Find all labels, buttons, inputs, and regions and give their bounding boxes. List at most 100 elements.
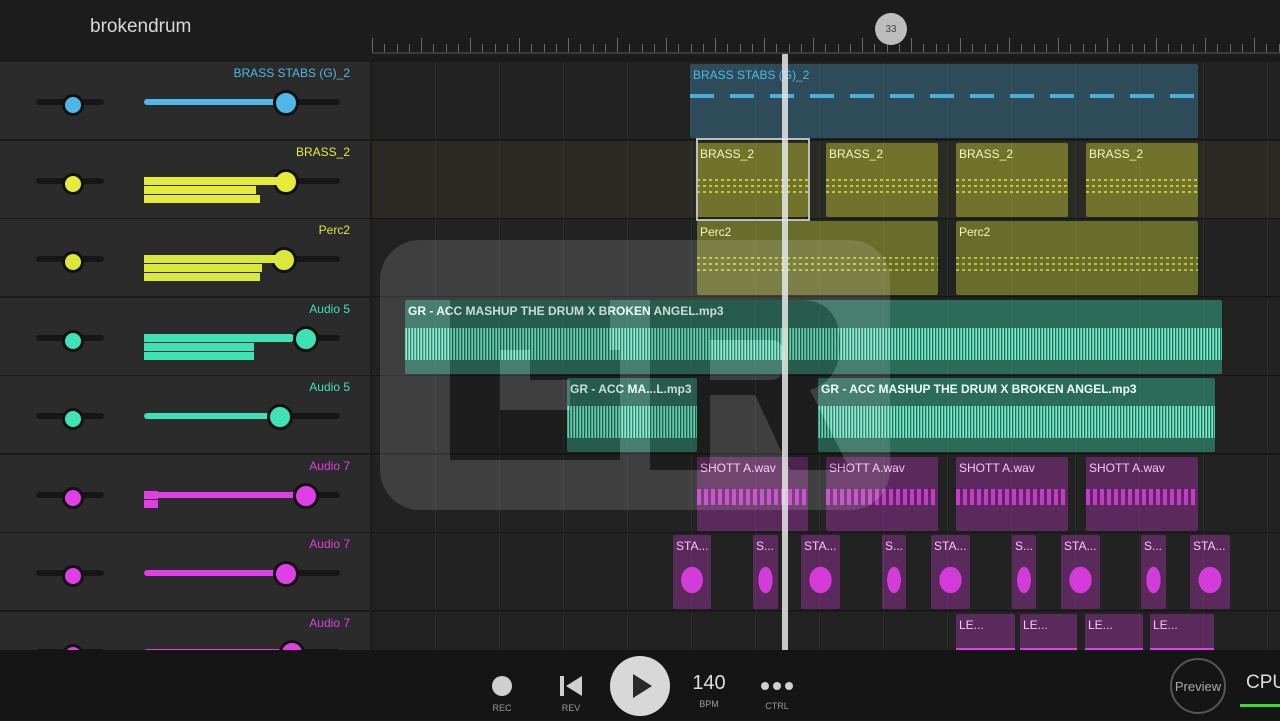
track-header[interactable]: Audio 7 (0, 611, 370, 650)
ruler-tick (935, 44, 937, 52)
clip[interactable]: S... (1012, 535, 1036, 609)
volume-knob[interactable] (292, 482, 319, 509)
track-lane[interactable]: BRASS_2 BRASS_2 BRASS_2 BRASS_2 (372, 140, 1280, 219)
clip[interactable]: GR - ACC MASHUP THE DRUM X BROKEN ANGEL.… (818, 378, 1215, 452)
clip[interactable]: BRASS_2 (1086, 142, 1198, 217)
ruler-tick (1192, 44, 1194, 52)
clip[interactable]: STA... (1061, 535, 1100, 609)
clip[interactable]: LE... (1020, 613, 1077, 650)
playhead[interactable] (782, 54, 788, 650)
clip-label: SHOTT A.wav (959, 460, 1035, 475)
track-lane[interactable]: GR - ACC MA...L.mp3 GR - ACC MASHUP THE D… (372, 376, 1280, 454)
clip-label: BRASS_2 (1089, 146, 1144, 161)
track-header[interactable]: Audio 5 (0, 376, 370, 454)
clip[interactable]: GR - ACC MA...L.mp3 (567, 378, 697, 452)
pan-knob[interactable] (62, 329, 84, 352)
ruler-tick (384, 44, 386, 52)
pan-knob[interactable] (62, 94, 84, 116)
cpu-meter (1240, 704, 1280, 707)
track-lane[interactable]: BRASS STABS (G)_2 (372, 62, 1280, 140)
clip[interactable]: SHOTT A.wav (826, 456, 938, 531)
clip-content (673, 557, 711, 603)
pan-knob[interactable] (62, 408, 84, 430)
track-header[interactable]: Audio 7 (0, 454, 370, 533)
pan-knob[interactable] (62, 172, 84, 195)
ctrl-button[interactable]: CTRL (757, 676, 797, 711)
clip[interactable]: SHOTT A.wav (956, 456, 1068, 531)
track-row: Perc2 Perc2 Perc2 (0, 219, 1280, 297)
clip-label: STA... (934, 539, 967, 553)
volume-knob[interactable] (267, 404, 294, 430)
ruler-tick (641, 44, 643, 52)
clip-content (697, 488, 808, 505)
track-lane[interactable]: GR - ACC MASHUP THE DRUM X BROKEN ANGEL.… (372, 297, 1280, 376)
clip[interactable]: STA... (673, 535, 711, 609)
clip[interactable]: Perc2 (697, 221, 938, 295)
track-header[interactable]: BRASS_2 (0, 140, 370, 219)
clip-label: STA... (1064, 539, 1097, 553)
bar-marker[interactable]: 33 (875, 13, 907, 45)
ruler-tick (433, 44, 435, 52)
clip[interactable]: LE... (956, 613, 1015, 650)
clip[interactable]: BRASS_2 (956, 142, 1068, 217)
track-header[interactable]: BRASS STABS (G)_2 (0, 62, 370, 140)
clip[interactable]: SHOTT A.wav (697, 456, 808, 531)
ruler-tick (543, 44, 545, 52)
clip[interactable]: LE... (1150, 613, 1214, 650)
ruler-tick (494, 44, 496, 52)
clip-label: S... (756, 539, 775, 553)
play-icon (633, 674, 652, 698)
level-meter-bar (144, 264, 262, 272)
record-button[interactable]: REC (486, 674, 518, 713)
ruler-tick (445, 44, 447, 52)
clip[interactable]: BRASS_2 (826, 142, 938, 217)
volume-knob[interactable] (279, 639, 305, 650)
level-meter-bar (144, 342, 254, 351)
clip[interactable]: LE... (1085, 613, 1143, 650)
volume-knob[interactable] (273, 561, 300, 587)
ruler-tick (1254, 38, 1255, 52)
clip[interactable]: Perc2 (956, 221, 1198, 295)
clip-label: STA... (1193, 539, 1226, 553)
clip[interactable]: BRASS STABS (G)_2 (690, 64, 1198, 138)
clip[interactable]: S... (882, 535, 906, 609)
rewind-button[interactable]: REV (555, 674, 587, 713)
clip-content (1086, 176, 1198, 193)
clip[interactable]: S... (753, 535, 778, 609)
track-header[interactable]: Audio 7 (0, 533, 370, 611)
clip[interactable]: SHOTT A.wav (1086, 456, 1198, 531)
ruler-tick (690, 44, 692, 52)
track-lane[interactable]: STA... S... STA... S... STA... S... STA... S...… (372, 533, 1280, 611)
track-lane[interactable]: Perc2 Perc2 (372, 219, 1280, 297)
pan-knob[interactable] (62, 486, 84, 509)
track-row: BRASS STABS (G)_2 BRASS STABS (G)_2 (0, 62, 1280, 140)
pan-knob[interactable] (62, 251, 84, 273)
preview-button[interactable]: Preview (1170, 658, 1226, 714)
clip[interactable]: STA... (931, 535, 970, 609)
track-lane[interactable]: SHOTT A.wav SHOTT A.wav SHOTT A.wav SHOTT A… (372, 454, 1280, 533)
level-meter-bar (144, 185, 256, 194)
timeline-ruler[interactable] (372, 34, 1280, 54)
track-header[interactable]: Audio 5 (0, 297, 370, 376)
volume-knob[interactable] (292, 325, 319, 352)
volume-knob[interactable] (273, 90, 300, 116)
bpm-control[interactable]: 140 BPM (684, 672, 734, 709)
clip-content (956, 488, 1068, 505)
pan-knob[interactable] (62, 565, 84, 587)
clip[interactable]: STA... (1190, 535, 1230, 609)
clip-content (405, 327, 1222, 360)
volume-fill (144, 491, 305, 498)
ruler-tick (470, 38, 471, 52)
track-header[interactable]: Perc2 (0, 219, 370, 297)
clip-content (882, 557, 906, 603)
clip-content (826, 488, 938, 505)
play-button[interactable] (610, 656, 670, 716)
clip[interactable]: STA... (801, 535, 840, 609)
clip-label: STA... (804, 539, 837, 553)
ruler-tick (751, 44, 753, 52)
clip[interactable]: GR - ACC MASHUP THE DRUM X BROKEN ANGEL.… (405, 299, 1222, 374)
track-lane[interactable]: LE... LE... LE... LE... (372, 611, 1280, 650)
track-name: Audio 7 (309, 458, 350, 473)
clip-label: S... (885, 539, 904, 553)
clip[interactable]: S... (1141, 535, 1166, 609)
